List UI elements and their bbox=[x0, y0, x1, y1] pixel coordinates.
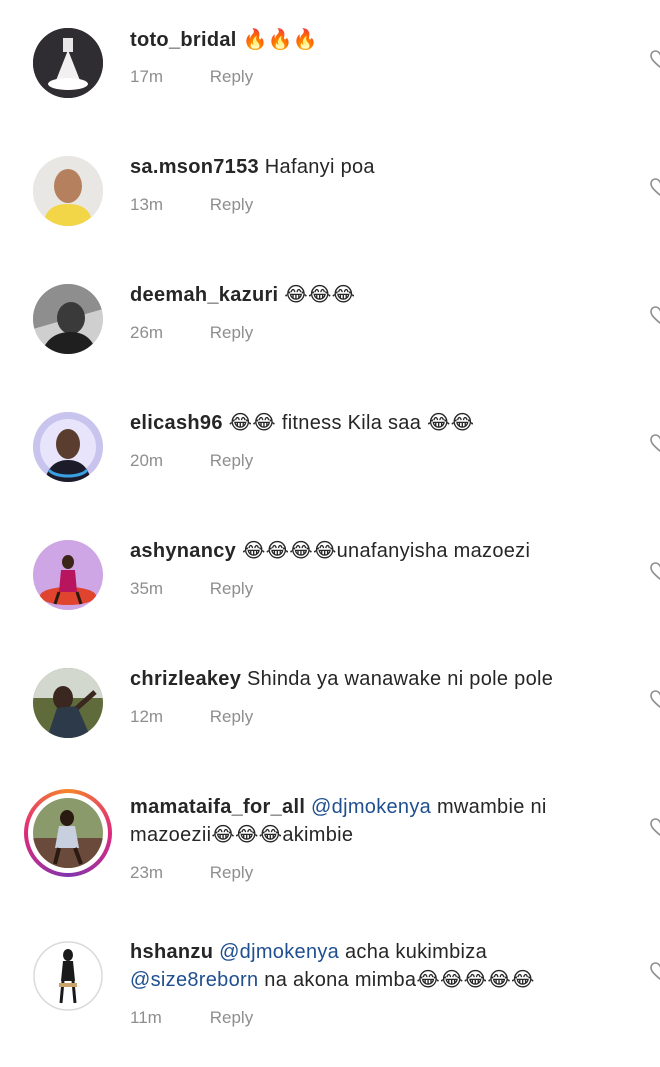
comment-username[interactable]: deemah_kazuri bbox=[130, 284, 278, 306]
comment-meta: 17m Reply bbox=[130, 67, 253, 87]
avatar[interactable] bbox=[33, 156, 103, 226]
heart-outline-icon[interactable] bbox=[650, 50, 660, 69]
comment-body: sa.mson7153 Hafanyi poa bbox=[130, 153, 610, 181]
comment-meta: 20m Reply bbox=[130, 451, 253, 471]
reply-button[interactable]: Reply bbox=[210, 67, 253, 87]
avatar-story-ring[interactable] bbox=[24, 789, 112, 877]
heart-outline-icon[interactable] bbox=[650, 962, 660, 981]
comment-time: 13m bbox=[130, 195, 164, 214]
comment-body: mamataifa_for_all @djmokenya mwambie ni … bbox=[130, 793, 610, 849]
comment-time: 35m bbox=[130, 579, 164, 598]
comment-meta: 26m Reply bbox=[130, 323, 253, 343]
comment-body: elicash96 😂😂 fitness Kila saa 😂😂 bbox=[130, 409, 610, 437]
comment-time: 12m bbox=[130, 707, 164, 726]
comment-meta: 23m Reply bbox=[130, 863, 253, 883]
reply-button[interactable]: Reply bbox=[210, 195, 253, 215]
comment-body: ashynancy 😂😂😂😂unafanyisha mazoezi bbox=[130, 537, 610, 565]
heart-outline-icon[interactable] bbox=[650, 562, 660, 581]
comment-username[interactable]: chrizleakey bbox=[130, 668, 241, 690]
avatar[interactable] bbox=[33, 668, 103, 738]
comment-text: 😂😂😂😂unafanyisha mazoezi bbox=[241, 540, 531, 562]
comment-username[interactable]: sa.mson7153 bbox=[130, 156, 259, 178]
comment-username[interactable]: elicash96 bbox=[130, 412, 223, 434]
comment-time: 20m bbox=[130, 451, 164, 470]
reply-button[interactable]: Reply bbox=[210, 451, 253, 471]
reply-button[interactable]: Reply bbox=[210, 707, 253, 727]
heart-outline-icon[interactable] bbox=[650, 178, 660, 197]
comment-text: 😂😂😂 bbox=[284, 284, 356, 306]
comment-meta: 35m Reply bbox=[130, 579, 253, 599]
comment-time: 11m bbox=[130, 1008, 162, 1027]
avatar[interactable] bbox=[33, 540, 103, 610]
comment-mention[interactable]: @djmokenya bbox=[219, 941, 339, 963]
comment-text: Shinda ya wanawake ni pole pole bbox=[247, 668, 554, 690]
comment-username[interactable]: ashynancy bbox=[130, 540, 236, 562]
comment-meta: 13m Reply bbox=[130, 195, 253, 215]
heart-outline-icon[interactable] bbox=[650, 434, 660, 453]
avatar[interactable] bbox=[33, 28, 103, 98]
comment-username[interactable]: mamataifa_for_all bbox=[130, 796, 305, 818]
heart-outline-icon[interactable] bbox=[650, 818, 660, 837]
comment-body: toto_bridal 🔥🔥🔥 bbox=[130, 26, 610, 54]
avatar[interactable] bbox=[33, 284, 103, 354]
reply-button[interactable]: Reply bbox=[210, 863, 253, 883]
avatar[interactable] bbox=[33, 412, 103, 482]
heart-outline-icon[interactable] bbox=[650, 306, 660, 325]
comment-text: 🔥🔥🔥 bbox=[242, 29, 319, 51]
comment-text: Hafanyi poa bbox=[264, 156, 375, 178]
comment-mention[interactable]: @size8reborn bbox=[130, 969, 258, 991]
comment-time: 23m bbox=[130, 863, 164, 882]
comment-username[interactable]: hshanzu bbox=[130, 941, 213, 963]
reply-button[interactable]: Reply bbox=[210, 579, 253, 599]
comment-time: 17m bbox=[130, 67, 164, 86]
comment-mention[interactable]: @djmokenya bbox=[311, 796, 431, 818]
comment-text: 😂😂 fitness Kila saa 😂😂 bbox=[228, 412, 475, 434]
comment-meta: 11m Reply bbox=[130, 1008, 253, 1028]
comment-text: na akona mimba😂😂😂😂😂 bbox=[264, 969, 535, 991]
comment-meta: 12m Reply bbox=[130, 707, 253, 727]
comment-body: deemah_kazuri 😂😂😂 bbox=[130, 281, 610, 309]
reply-button[interactable]: Reply bbox=[210, 1008, 253, 1028]
comment-body: hshanzu @djmokenya acha kukimbiza @size8… bbox=[130, 938, 610, 994]
comment-username[interactable]: toto_bridal bbox=[130, 29, 237, 51]
avatar[interactable] bbox=[33, 941, 103, 1011]
comment-body: chrizleakey Shinda ya wanawake ni pole p… bbox=[130, 665, 610, 693]
avatar bbox=[33, 798, 103, 868]
heart-outline-icon[interactable] bbox=[650, 690, 660, 709]
comment-text: acha kukimbiza bbox=[344, 941, 488, 963]
comment-time: 26m bbox=[130, 323, 164, 342]
reply-button[interactable]: Reply bbox=[210, 323, 253, 343]
